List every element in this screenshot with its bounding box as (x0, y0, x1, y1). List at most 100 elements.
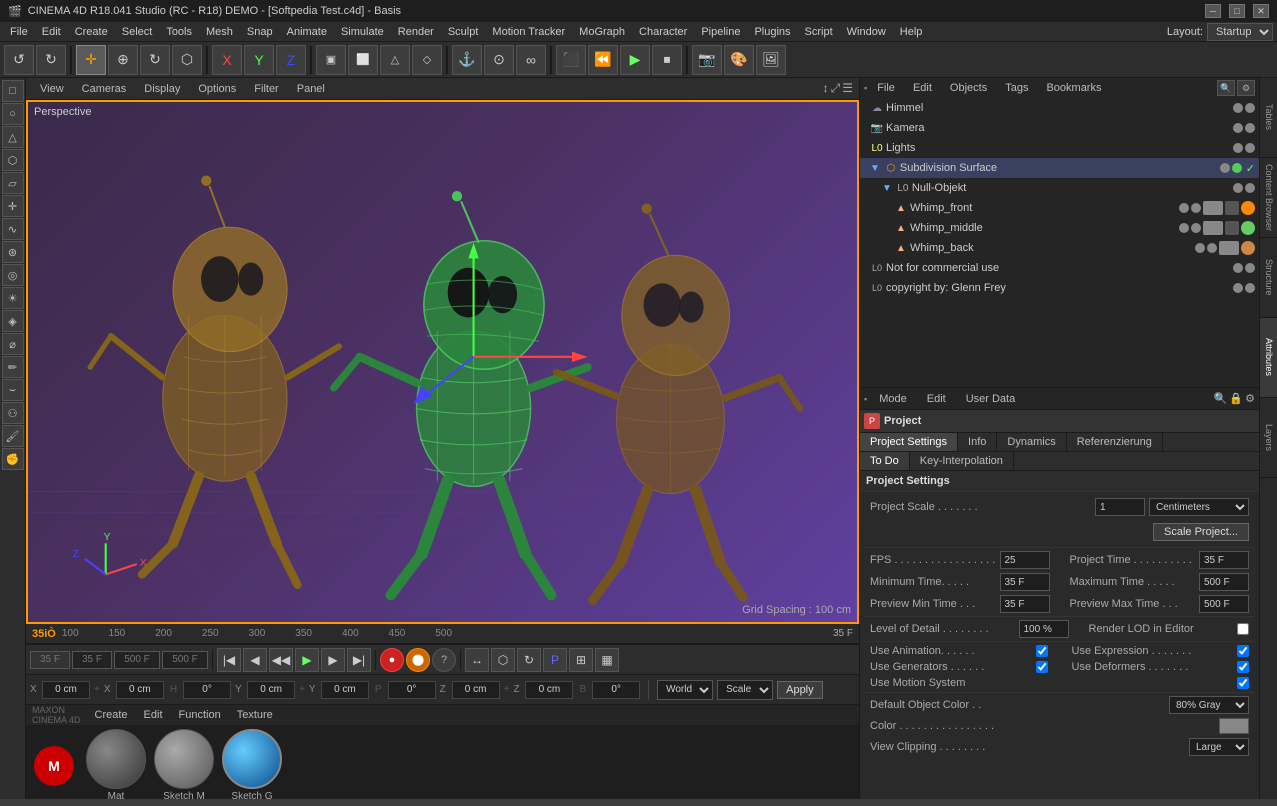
timeline-prev-frame[interactable]: ◀ (243, 648, 267, 672)
timeline-grid-toggle[interactable]: ⊞ (569, 648, 593, 672)
toolbar-camera-mode[interactable]: 📷 (692, 45, 722, 75)
rstrip-attributes[interactable]: Attributes (1260, 318, 1277, 398)
attr-tab-referenzierung[interactable]: Referenzierung (1067, 433, 1163, 451)
attr-subtab-todo[interactable]: To Do (860, 452, 910, 470)
tool-spline[interactable]: ∿ (2, 218, 24, 240)
attr-header-mode[interactable]: Mode (871, 391, 915, 407)
tool-sweep[interactable]: ⊛ (2, 241, 24, 263)
toolbar-record-key[interactable]: ⬛ (556, 45, 586, 75)
attr-project-time-input[interactable] (1199, 551, 1249, 569)
menu-tools[interactable]: Tools (160, 24, 198, 40)
scale-dropdown[interactable]: Scale (717, 680, 773, 700)
obj-header-file[interactable]: File (869, 81, 903, 95)
tag-whimp-front-2[interactable] (1225, 201, 1239, 215)
toolbar-scale[interactable]: ⊕ (108, 45, 138, 75)
toolbar-polys-mode[interactable]: ◇ (412, 45, 442, 75)
tag-whimp-front-3[interactable] (1241, 201, 1255, 215)
coord-z-input[interactable] (452, 681, 500, 699)
material-ball-mat[interactable] (86, 729, 146, 789)
null-expand-icon[interactable]: ▼ (882, 183, 892, 194)
tool-cylinder[interactable]: ⬡ (2, 149, 24, 171)
material-item-sketch1[interactable]: Sketch M (154, 729, 214, 802)
obj-row-whimp-back[interactable]: ▲ Whimp_back (860, 238, 1259, 258)
titlebar-controls[interactable]: ─ □ ✕ (1205, 4, 1269, 18)
attr-tab-dynamics[interactable]: Dynamics (997, 433, 1066, 451)
menu-mesh[interactable]: Mesh (200, 24, 239, 40)
close-button[interactable]: ✕ (1253, 4, 1269, 18)
toolbar-play-back[interactable]: ⏪ (588, 45, 618, 75)
menu-motion-tracker[interactable]: Motion Tracker (486, 24, 571, 40)
vis-editor-lights[interactable] (1233, 143, 1243, 153)
toolbar-loop[interactable]: ∞ (516, 45, 546, 75)
timeline-current-field[interactable] (72, 651, 112, 669)
toolbar-edges-mode[interactable]: △ (380, 45, 410, 75)
attr-header-edit[interactable]: Edit (919, 391, 954, 407)
obj-row-whimp-front[interactable]: ▲ Whimp_front (860, 198, 1259, 218)
toolbar-model-mode[interactable]: ▣ (316, 45, 346, 75)
vis-r2[interactable] (1191, 223, 1201, 233)
tool-joint[interactable]: ⚇ (2, 402, 24, 424)
timeline-key-record[interactable]: ⬤ (406, 648, 430, 672)
mat-tab-edit[interactable]: Edit (138, 708, 169, 722)
menu-simulate[interactable]: Simulate (335, 24, 390, 40)
material-item-sketch2[interactable]: Sketch G (222, 729, 282, 802)
menu-window[interactable]: Window (841, 24, 892, 40)
coord-y2-input[interactable] (321, 681, 369, 699)
timeline-bookmark[interactable]: P (543, 648, 567, 672)
toolbar-axis-x[interactable]: X (212, 45, 242, 75)
rstrip-structure[interactable]: Structure (1260, 238, 1277, 318)
mat-tab-texture[interactable]: Texture (231, 708, 279, 722)
toolbar-points-mode[interactable]: ⬜ (348, 45, 378, 75)
mat-tab-create[interactable]: Create (89, 708, 134, 722)
coord-x2-input[interactable] (116, 681, 164, 699)
minimize-button[interactable]: ─ (1205, 4, 1221, 18)
attr-icon-settings[interactable]: ⚙ (1245, 392, 1255, 405)
material-item-mat[interactable]: Mat (86, 729, 146, 802)
attr-view-clipping-select[interactable]: Large (1189, 738, 1249, 756)
viewport-canvas[interactable]: Perspective (26, 100, 859, 624)
attr-project-scale-unit[interactable]: Centimeters (1149, 498, 1249, 516)
menu-create[interactable]: Create (69, 24, 114, 40)
toolbar-live-selection[interactable]: ⊙ (484, 45, 514, 75)
attr-icon-lock[interactable]: 🔒 (1229, 392, 1243, 405)
objects-search-icon[interactable]: 🔍 (1217, 80, 1235, 96)
coord-b-input[interactable] (592, 681, 640, 699)
timeline-goto-start[interactable]: |◀ (217, 648, 241, 672)
menu-help[interactable]: Help (894, 24, 929, 40)
timeline-preview-end-field[interactable] (162, 651, 208, 669)
vis-e1[interactable] (1179, 203, 1189, 213)
coord-x-input[interactable] (42, 681, 90, 699)
toolbar-play-forward[interactable]: ▶ (620, 45, 650, 75)
toolbar-rotate[interactable]: ↻ (140, 45, 170, 75)
rstrip-layers[interactable]: Layers (1260, 398, 1277, 478)
viewport-move-icon[interactable]: ↕ (823, 81, 829, 96)
timeline-loop[interactable]: ↻ (517, 648, 541, 672)
obj-row-null[interactable]: ▼ L0 Null-Objekt (860, 178, 1259, 198)
scale-project-button[interactable]: Scale Project... (1153, 523, 1249, 541)
toolbar-axis-z[interactable]: Z (276, 45, 306, 75)
vis-r1[interactable] (1191, 203, 1201, 213)
menu-mograph[interactable]: MoGraph (573, 24, 631, 40)
attr-preview-max-input[interactable] (1199, 595, 1249, 613)
tool-plane[interactable]: ▱ (2, 172, 24, 194)
objects-settings-icon[interactable]: ⚙ (1237, 80, 1255, 96)
tag-whimp-front-1[interactable] (1203, 201, 1223, 215)
tool-null[interactable]: ✛ (2, 195, 24, 217)
tool-polygon-pen[interactable]: ✏ (2, 356, 24, 378)
attr-tab-info[interactable]: Info (958, 433, 997, 451)
mat-tab-function[interactable]: Function (173, 708, 227, 722)
tool-new-cube[interactable]: □ (2, 80, 24, 102)
vis-e4[interactable] (1233, 263, 1243, 273)
obj-row-copyright[interactable]: L0 copyright by: Glenn Frey (860, 278, 1259, 298)
tag-whimp-mid-2[interactable] (1225, 221, 1239, 235)
attr-min-time-input[interactable] (1000, 573, 1050, 591)
timeline-next-frame[interactable]: ▶ (321, 648, 345, 672)
vtab-view[interactable]: View (32, 81, 72, 97)
tag-whimp-back-1[interactable] (1219, 241, 1239, 255)
vtab-panel[interactable]: Panel (289, 81, 333, 97)
vis-e2[interactable] (1179, 223, 1189, 233)
vis-r4[interactable] (1245, 263, 1255, 273)
tool-bend[interactable]: ⌣ (2, 379, 24, 401)
subdiv-expand-icon[interactable]: ▼ (870, 163, 880, 174)
timeline-help[interactable]: ? (432, 648, 456, 672)
